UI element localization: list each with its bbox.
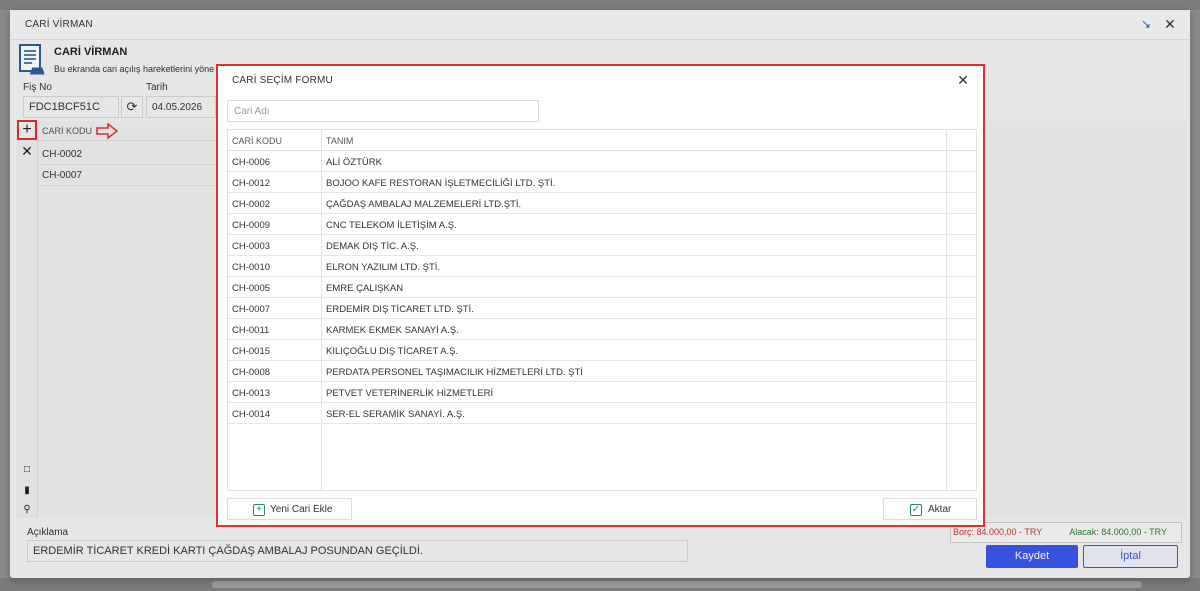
cell-code: CH-0005 <box>232 283 271 294</box>
add-cari-label: Yeni Cari Ekle <box>270 504 333 515</box>
cari-secim-modal: CARİ SEÇİM FORMU ✕ CARİ KODU TANIM CH-00… <box>216 64 985 527</box>
cell-code: CH-0014 <box>232 409 271 420</box>
cell-code: CH-0012 <box>232 178 271 189</box>
cell-name: EMRE ÇALIŞKAN <box>326 283 404 294</box>
table-row[interactable]: CH-0002 ÇAĞDAŞ AMBALAJ MALZEMELERİ LTD.ŞT… <box>228 193 976 214</box>
cell-name: SER-EL SERAMİK SANAYİ. A.Ş. <box>326 409 465 420</box>
background-scrollbar <box>212 581 1142 588</box>
table-row[interactable]: CH-0005 EMRE ÇALIŞKAN <box>228 277 976 298</box>
cell-code: CH-0015 <box>232 346 271 357</box>
table-row[interactable]: CH-0012 BOJOO KAFE RESTORAN İŞLETMECİLİĞİ… <box>228 172 976 193</box>
cell-code: CH-0002 <box>232 199 271 210</box>
check-icon: ✓ <box>910 504 922 516</box>
table-row[interactable]: CH-0010 ELRON YAZILIM LTD. ŞTİ. <box>228 256 976 277</box>
cell-name: KILIÇOĞLU DIŞ TİCARET A.Ş. <box>326 346 459 357</box>
table-row[interactable]: CH-0006 ALİ ÖZTÜRK <box>228 151 976 172</box>
cari-adi-search-input[interactable] <box>227 100 539 122</box>
table-row[interactable]: CH-0003 DEMAK DIŞ TİC. A.Ş. <box>228 235 976 256</box>
cell-name: PETVET VETERİNERLİK HİZMETLERİ <box>326 388 494 399</box>
table-row[interactable]: CH-0007 ERDEMİR DIŞ TİCARET LTD. ŞTİ. <box>228 298 976 319</box>
cell-code: CH-0003 <box>232 241 271 252</box>
cell-name: KARMEK EKMEK SANAYİ A.Ş. <box>326 325 459 336</box>
cell-name: ELRON YAZILIM LTD. ŞTİ. <box>326 262 441 273</box>
column-header-cari-kodu: CARİ KODU <box>232 136 283 146</box>
cell-name: DEMAK DIŞ TİC. A.Ş. <box>326 241 419 252</box>
plus-icon: + <box>253 504 265 516</box>
cell-name: CNC TELEKOM İLETİŞİM A.Ş. <box>326 220 457 231</box>
cell-code: CH-0010 <box>232 262 271 273</box>
table-row[interactable]: CH-0011 KARMEK EKMEK SANAYİ A.Ş. <box>228 319 976 340</box>
column-header-tanim: TANIM <box>326 136 354 146</box>
cell-code: CH-0008 <box>232 367 271 378</box>
cell-name: PERDATA PERSONEL TAŞIMACILIK HİZMETLERİ … <box>326 367 583 378</box>
close-icon[interactable]: ✕ <box>955 72 971 88</box>
modal-title: CARİ SEÇİM FORMU <box>232 75 333 86</box>
cell-code: CH-0013 <box>232 388 271 399</box>
cell-code: CH-0007 <box>232 304 271 315</box>
add-cari-button[interactable]: + Yeni Cari Ekle <box>227 498 352 520</box>
cell-code: CH-0006 <box>232 157 271 168</box>
cell-name: ÇAĞDAŞ AMBALAJ MALZEMELERİ LTD.ŞTİ. <box>326 199 522 210</box>
background-app <box>0 0 1200 10</box>
table-row[interactable]: CH-0008 PERDATA PERSONEL TAŞIMACILIK HİZM… <box>228 361 976 382</box>
table-header: CARİ KODU TANIM <box>228 130 976 151</box>
cell-name: ALİ ÖZTÜRK <box>326 157 382 168</box>
cell-code: CH-0009 <box>232 220 271 231</box>
table-row[interactable]: CH-0014 SER-EL SERAMİK SANAYİ. A.Ş. <box>228 403 976 424</box>
transfer-label: Aktar <box>928 504 952 515</box>
cell-name: BOJOO KAFE RESTORAN İŞLETMECİLİĞİ LTD. Ş… <box>326 178 556 189</box>
table-row[interactable]: CH-0009 CNC TELEKOM İLETİŞİM A.Ş. <box>228 214 976 235</box>
table-row[interactable]: CH-0015 KILIÇOĞLU DIŞ TİCARET A.Ş. <box>228 340 976 361</box>
transfer-button[interactable]: ✓ Aktar <box>883 498 977 520</box>
cari-table: CARİ KODU TANIM CH-0006 ALİ ÖZTÜRK CH-001… <box>227 129 977 491</box>
cell-code: CH-0011 <box>232 325 270 336</box>
cell-name: ERDEMİR DIŞ TİCARET LTD. ŞTİ. <box>326 304 474 315</box>
table-row[interactable]: CH-0013 PETVET VETERİNERLİK HİZMETLERİ <box>228 382 976 403</box>
